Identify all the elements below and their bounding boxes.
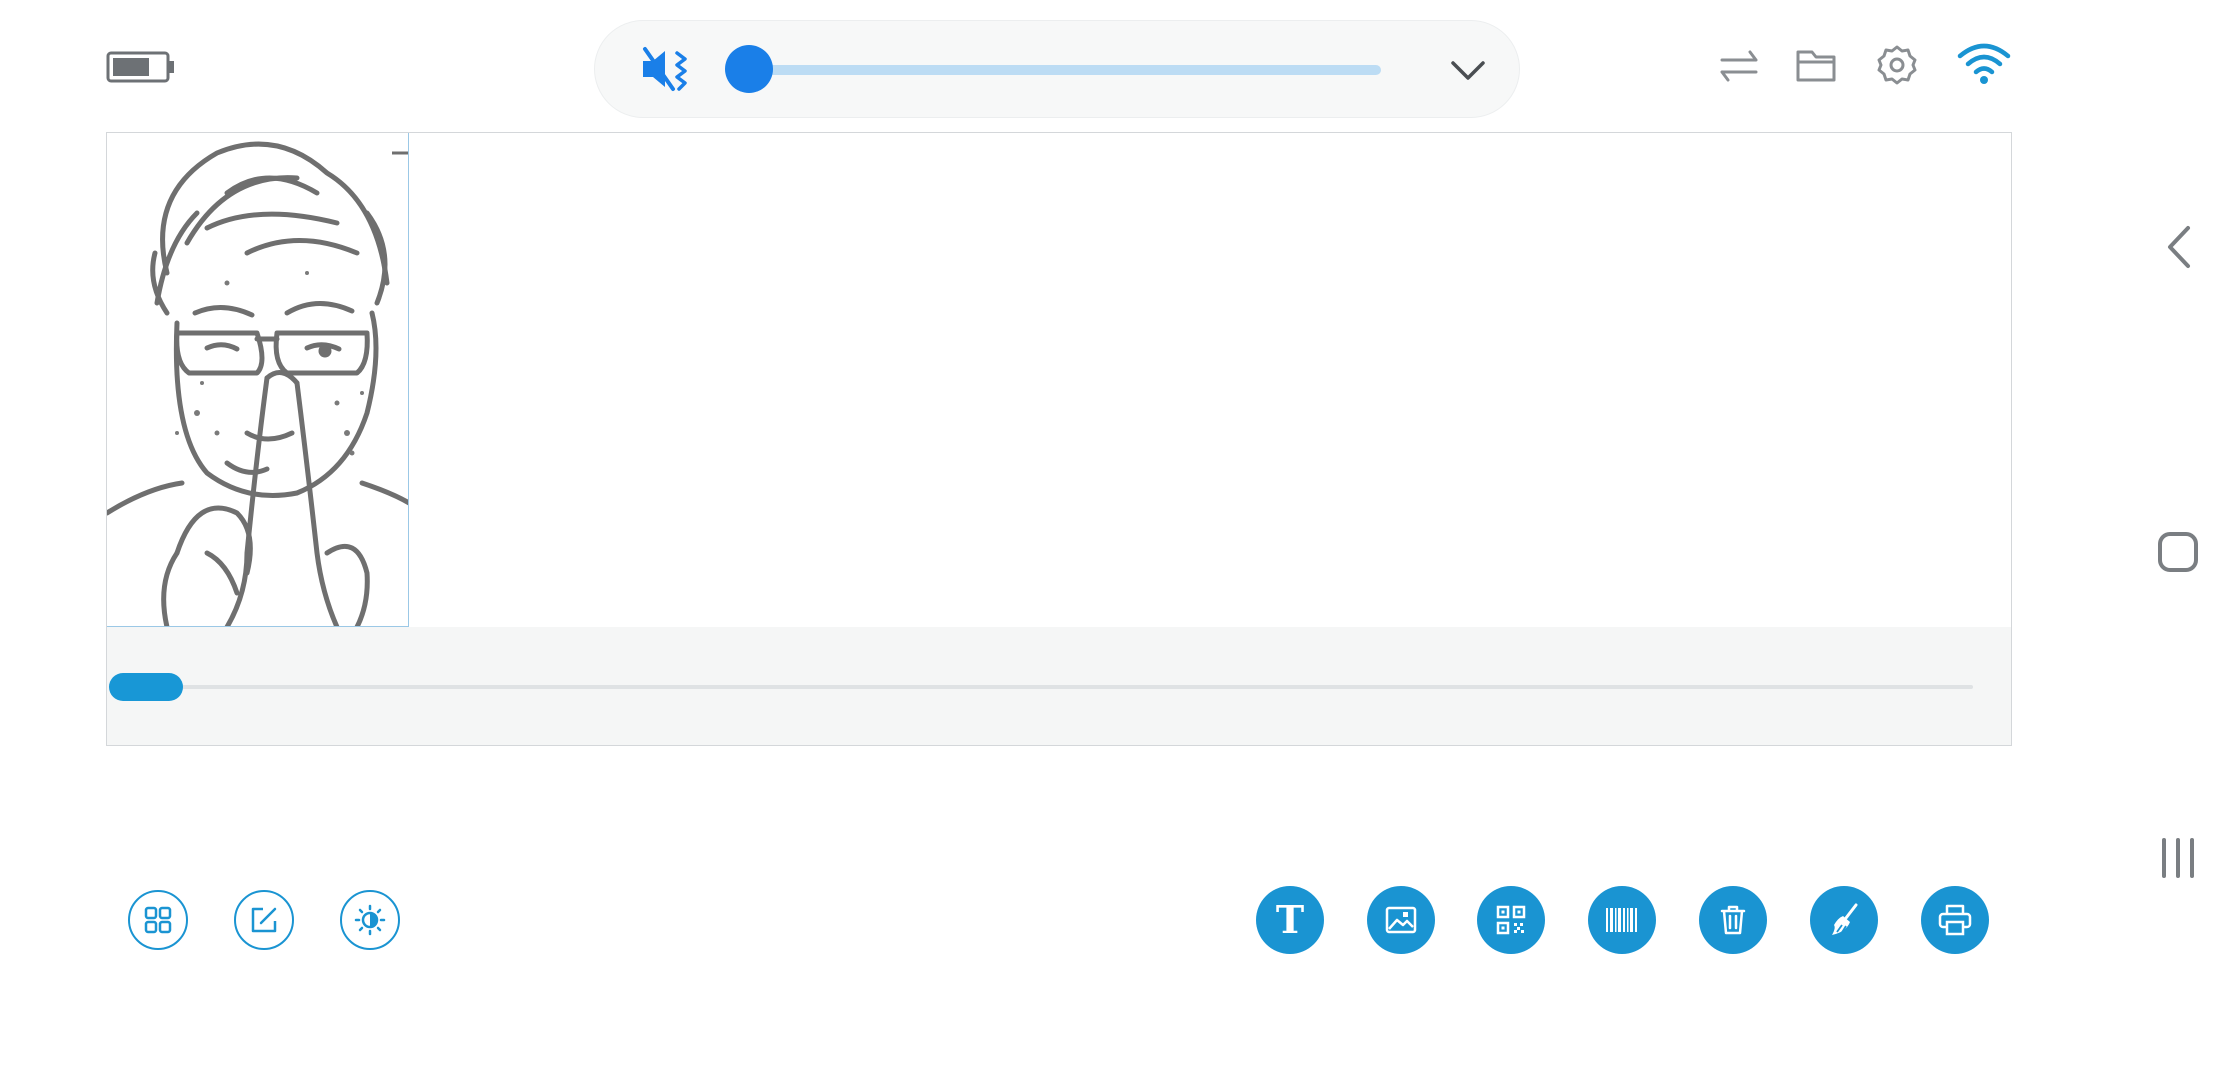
horizontal-scrollbar-track[interactable] — [111, 685, 1973, 689]
barcode-icon — [1606, 908, 1637, 932]
barcode-tool-button[interactable] — [1588, 886, 1656, 954]
home-icon[interactable] — [2156, 530, 2200, 574]
qrcode-tool-button[interactable] — [1477, 886, 1545, 954]
horizontal-scrollbar-thumb[interactable] — [109, 673, 184, 701]
text-tool-button[interactable]: T — [1256, 886, 1324, 954]
swap-icon[interactable] — [1716, 42, 1762, 88]
layout-button[interactable] — [128, 890, 188, 950]
print-canvas[interactable] — [106, 132, 2012, 746]
canvas-image[interactable] — [107, 133, 409, 627]
volume-slider-track[interactable] — [745, 65, 1381, 75]
volume-slider-handle[interactable] — [725, 45, 773, 93]
edit-icon — [251, 907, 277, 933]
volume-mute-icon[interactable] — [639, 43, 695, 95]
grid-layout-icon — [144, 906, 172, 934]
recents-icon[interactable] — [2158, 836, 2198, 880]
volume-panel — [594, 20, 1520, 118]
broom-icon — [1832, 903, 1858, 935]
brightness-icon — [354, 904, 386, 936]
trash-icon — [1720, 905, 1746, 935]
text-icon: T — [1275, 897, 1305, 942]
chevron-down-icon[interactable] — [1447, 51, 1489, 91]
qrcode-icon — [1496, 905, 1526, 935]
battery-icon — [106, 51, 174, 83]
brightness-button[interactable] — [340, 890, 400, 950]
delete-button[interactable] — [1699, 886, 1767, 954]
wifi-icon[interactable] — [1956, 40, 2012, 86]
image-tool-button[interactable] — [1367, 886, 1435, 954]
canvas-scroll-area — [107, 627, 2011, 745]
back-icon[interactable] — [2160, 222, 2196, 272]
folder-icon[interactable] — [1794, 42, 1840, 88]
clear-button[interactable] — [1810, 886, 1878, 954]
portrait-sketch — [107, 141, 408, 626]
gear-icon[interactable] — [1874, 42, 1920, 88]
edit-button[interactable] — [234, 890, 294, 950]
image-icon — [1385, 906, 1417, 934]
print-button[interactable] — [1921, 886, 1989, 954]
printer-icon — [1938, 904, 1972, 936]
